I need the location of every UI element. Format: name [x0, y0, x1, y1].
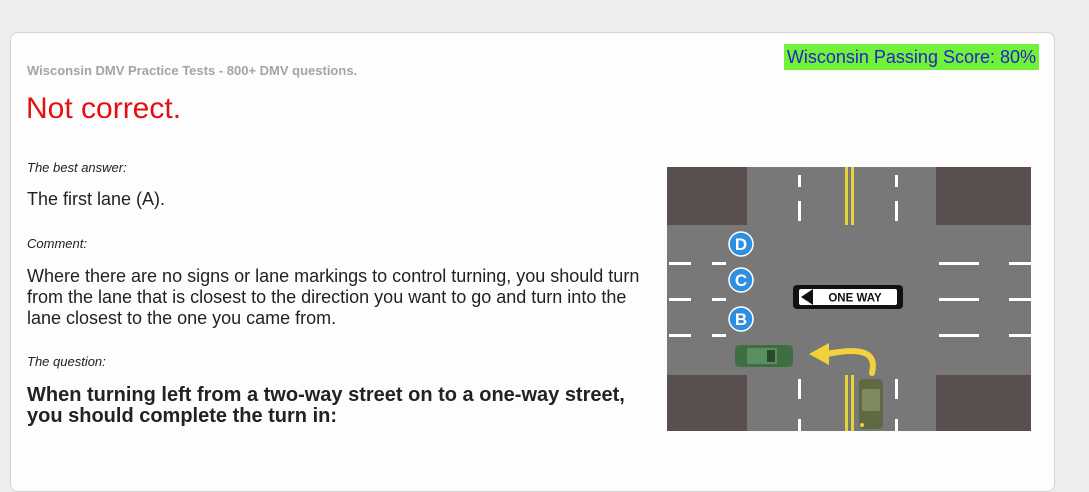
best-answer-label: The best answer:	[27, 160, 127, 175]
svg-text:ONE WAY: ONE WAY	[828, 293, 882, 305]
svg-text:D: D	[735, 235, 747, 254]
intersection-illustration: D C B ONE WAY	[667, 167, 1031, 431]
result-card: Wisconsin Passing Score: 80% Wisconsin D…	[10, 32, 1055, 492]
car-icon	[735, 345, 793, 367]
turning-car-icon	[859, 379, 883, 429]
svg-text:B: B	[735, 310, 747, 329]
lane-marker-c: C	[728, 267, 754, 293]
passing-score-badge: Wisconsin Passing Score: 80%	[783, 44, 1039, 70]
best-answer-text: The first lane (A).	[27, 189, 166, 209]
site-title: Wisconsin DMV Practice Tests - 800+ DMV …	[27, 63, 358, 78]
question-label: The question:	[27, 354, 106, 369]
comment-label: Comment:	[27, 236, 87, 251]
one-way-sign: ONE WAY	[793, 285, 903, 309]
svg-text:C: C	[735, 271, 747, 290]
result-status: Not correct.	[26, 92, 182, 125]
lane-marker-b: B	[728, 306, 754, 332]
lane-marker-d: D	[728, 231, 754, 257]
comment-text: Where there are no signs or lane marking…	[27, 266, 640, 328]
question-text: When turning left from a two-way street …	[27, 384, 625, 427]
